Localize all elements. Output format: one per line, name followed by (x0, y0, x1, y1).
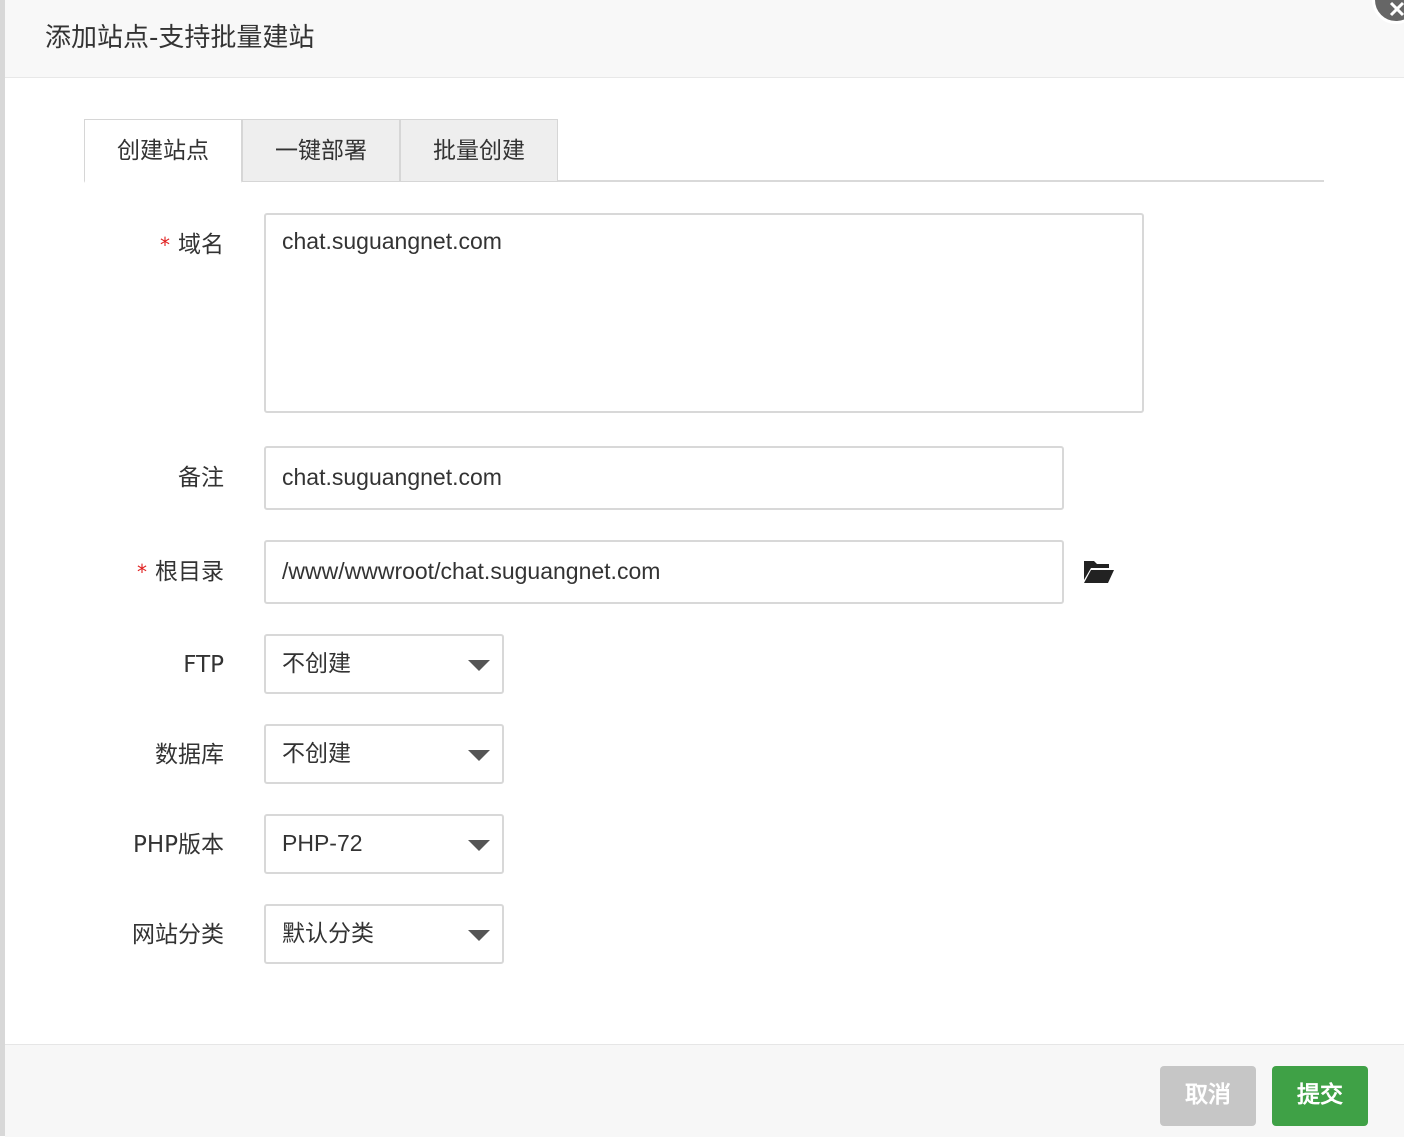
tab-create-site[interactable]: 创建站点 (84, 119, 242, 183)
close-icon (1389, 1, 1404, 17)
remark-input[interactable]: chat.suguangnet.com (264, 446, 1064, 510)
domain-textarea[interactable]: chat.suguangnet.com (264, 213, 1144, 413)
folder-open-icon[interactable] (1083, 558, 1115, 588)
required-mark: * (160, 233, 170, 257)
site-category-selected: 默认分类 (282, 920, 374, 946)
php-version-label: PHP版本 (132, 832, 224, 858)
database-select[interactable]: 不创建 (264, 724, 504, 784)
tab-bar: 创建站点 一键部署 批量创建 (84, 119, 1324, 183)
cancel-button[interactable]: 取消 (1160, 1066, 1256, 1126)
php-version-select[interactable]: PHP-72 (264, 814, 504, 874)
database-selected: 不创建 (282, 740, 351, 766)
ftp-selected: 不创建 (282, 650, 351, 676)
domain-label: * 域名 (160, 232, 224, 258)
required-mark: * (137, 560, 147, 584)
caret-down-icon (468, 930, 490, 941)
backdrop-edge (0, 0, 5, 1136)
root-dir-input[interactable]: /www/wwwroot/chat.suguangnet.com (264, 540, 1064, 604)
tab-batch-create[interactable]: 批量创建 (400, 119, 558, 182)
submit-button[interactable]: 提交 (1272, 1066, 1368, 1126)
caret-down-icon (468, 660, 490, 671)
database-label: 数据库 (155, 742, 224, 768)
php-version-selected: PHP-72 (282, 830, 363, 856)
ftp-select[interactable]: 不创建 (264, 634, 504, 694)
site-category-label: 网站分类 (132, 922, 224, 948)
site-category-select[interactable]: 默认分类 (264, 904, 504, 964)
caret-down-icon (468, 840, 490, 851)
dialog-title: 添加站点-支持批量建站 (45, 23, 315, 53)
root-dir-label: * 根目录 (137, 559, 224, 585)
remark-label: 备注 (178, 465, 224, 491)
dialog-header: 添加站点-支持批量建站 (5, 0, 1404, 78)
caret-down-icon (468, 750, 490, 761)
ftp-label: FTP (183, 652, 224, 678)
tab-one-click-deploy[interactable]: 一键部署 (242, 119, 400, 182)
